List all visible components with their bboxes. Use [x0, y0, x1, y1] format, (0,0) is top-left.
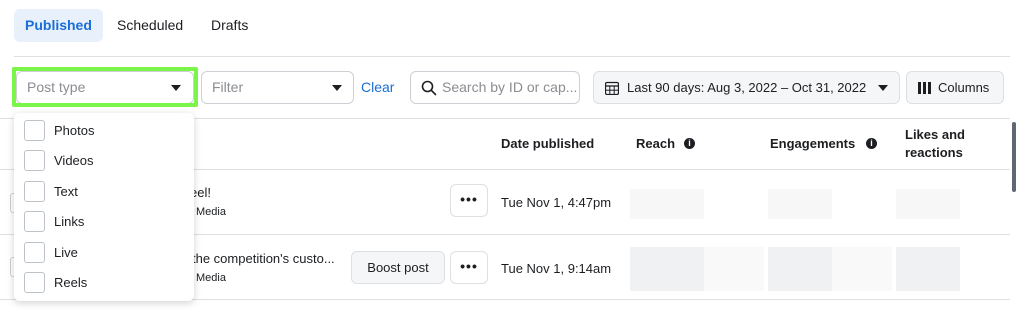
- columns-label: Columns: [938, 80, 990, 95]
- option-label: Text: [54, 184, 78, 199]
- columns-icon: [918, 82, 931, 94]
- filter-placeholder: Filter: [212, 79, 244, 95]
- engagements-placeholder: [768, 189, 832, 219]
- chevron-down-icon: [332, 85, 342, 91]
- checkbox[interactable]: [24, 150, 45, 171]
- reach-placeholder: [630, 189, 704, 219]
- boost-post-button[interactable]: Boost post: [351, 251, 445, 284]
- date-range-label: Last 90 days: Aug 3, 2022 – Oct 31, 2022: [627, 80, 867, 95]
- clear-link[interactable]: Clear: [361, 79, 394, 95]
- more-options-button[interactable]: •••: [450, 251, 488, 284]
- tabs-divider: [14, 56, 1010, 57]
- more-options-button[interactable]: •••: [450, 184, 488, 217]
- scrollbar[interactable]: [1012, 122, 1016, 192]
- header-reach[interactable]: Reach: [636, 136, 675, 151]
- post-subtitle: Media: [196, 272, 226, 284]
- calendar-icon: [605, 81, 619, 95]
- search-input[interactable]: Search by ID or cap...: [410, 71, 580, 104]
- engagements-placeholder: [832, 247, 892, 291]
- header-date-published[interactable]: Date published: [501, 136, 594, 151]
- post-type-highlight: [12, 67, 198, 107]
- search-icon: [421, 80, 437, 96]
- columns-button[interactable]: Columns: [906, 71, 1004, 104]
- tab-drafts[interactable]: Drafts: [200, 9, 259, 42]
- info-icon[interactable]: i: [866, 138, 877, 149]
- reach-placeholder: [630, 247, 704, 291]
- checkbox[interactable]: [24, 272, 45, 293]
- checkbox[interactable]: [24, 181, 45, 202]
- header-likes-line1[interactable]: Likes and: [905, 127, 965, 142]
- reach-placeholder: [704, 247, 764, 291]
- header-likes-line2[interactable]: reactions: [905, 145, 963, 160]
- date-range-select[interactable]: Last 90 days: Aug 3, 2022 – Oct 31, 2022: [593, 71, 900, 104]
- search-placeholder: Search by ID or cap...: [442, 79, 578, 95]
- post-type-dropdown: Photos Videos Text Links Live Reels: [14, 113, 194, 301]
- filter-select[interactable]: Filter: [201, 71, 354, 104]
- option-label: Links: [54, 214, 85, 229]
- option-label: Reels: [54, 275, 88, 290]
- option-label: Videos: [54, 153, 94, 168]
- checkbox[interactable]: [24, 211, 45, 232]
- date-published: Tue Nov 1, 9:14am: [501, 261, 612, 276]
- date-published: Tue Nov 1, 4:47pm: [501, 195, 612, 210]
- post-subtitle: Media: [196, 206, 226, 218]
- chevron-down-icon: [878, 85, 888, 91]
- checkbox[interactable]: [24, 120, 45, 141]
- option-label: Live: [54, 245, 78, 260]
- option-label: Photos: [54, 123, 95, 138]
- header-engagements[interactable]: Engagements: [770, 136, 855, 151]
- engagements-placeholder: [768, 247, 832, 291]
- info-icon[interactable]: i: [684, 138, 695, 149]
- likes-placeholder: [896, 189, 960, 219]
- post-title[interactable]: the competition's custo...: [192, 251, 335, 266]
- likes-placeholder: [896, 247, 960, 291]
- tab-scheduled[interactable]: Scheduled: [106, 9, 194, 42]
- checkbox[interactable]: [24, 242, 45, 263]
- tab-published[interactable]: Published: [14, 9, 103, 42]
